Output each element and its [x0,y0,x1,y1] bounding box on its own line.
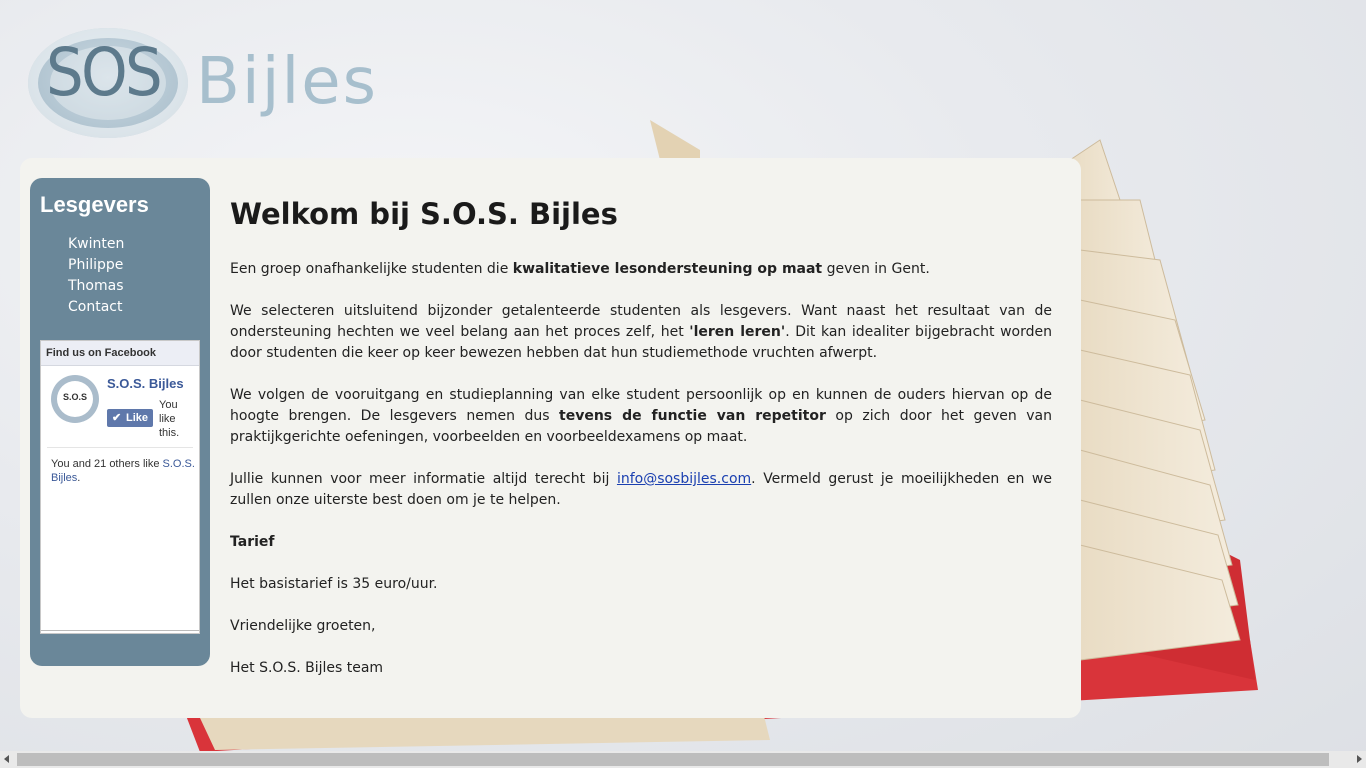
main-panel: Lesgevers Kwinten Philippe Thomas Contac… [20,158,1081,718]
checkmark-icon: ✔ [112,412,122,424]
horizontal-scrollbar[interactable] [0,751,1366,768]
sidebar-nav: Kwinten Philippe Thomas Contact [68,236,124,320]
signature: Het S.O.S. Bijles team [230,660,384,676]
main-content: Welkom bij S.O.S. Bijles Een groep onafh… [230,194,1052,700]
tarief-heading: Tarief [230,532,1052,553]
facebook-you-like: You like this. [159,399,180,439]
nav-item-kwinten[interactable]: Kwinten [68,236,124,257]
p3-bold: tevens de functie van repetitor [559,408,826,424]
p1-text-a: Een groep onafhankelijke studenten die [230,261,513,277]
p4-text-a: Jullie kunnen voor meer informatie altij… [230,471,617,487]
tarief-text: Het basistarief is 35 euro/uur. [230,576,438,592]
p1-bold: kwalitatieve lesondersteuning op maat [512,261,823,277]
nav-item-philippe[interactable]: Philippe [68,257,124,278]
followup-paragraph: We volgen de vooruitgang en studieplanni… [230,385,1052,448]
intro-paragraph: Een groep onafhankelijke studenten die k… [230,259,1052,280]
facebook-like-count: You and 21 others like S.O.S. Bijles. [51,457,196,485]
facebook-page-avatar[interactable]: S.O.S [51,375,99,423]
sidebar-title: Lesgevers [40,192,149,217]
like-button-label: Like [126,412,149,424]
scroll-left-icon[interactable] [4,755,9,763]
contact-paragraph: Jullie kunnen voor meer informatie altij… [230,469,1052,511]
facebook-like-box: Find us on Facebook S.O.S S.O.S. Bijles … [40,340,200,634]
facebook-count-prefix: You and 21 others like [51,458,163,470]
logo-bijles-text: Bijles [196,45,378,119]
scrollbar-thumb[interactable] [17,753,1329,766]
nav-item-contact[interactable]: Contact [68,299,124,320]
facebook-box-bottom-border [41,630,199,631]
greeting: Vriendelijke groeten, [230,618,376,634]
sidebar: Lesgevers Kwinten Philippe Thomas Contac… [30,178,210,666]
tarief-heading-text: Tarief [230,534,275,550]
scroll-right-icon[interactable] [1357,755,1362,763]
logo-sos-text: SOS [46,34,163,111]
site-logo[interactable]: SOS Bijles [28,28,388,140]
p1-text-c: geven in Gent. [822,261,930,277]
facebook-like-button[interactable]: ✔ Like [107,409,153,427]
facebook-divider [47,447,193,448]
facebook-count-suffix: . [77,472,81,484]
page-title: Welkom bij S.O.S. Bijles [230,197,618,231]
facebook-avatar-text: S.O.S [62,392,87,402]
p2-bold: 'leren leren' [689,324,786,340]
selection-paragraph: We selecteren uitsluitend bijzonder geta… [230,301,1052,364]
facebook-page-name[interactable]: S.O.S. Bijles [107,376,184,391]
email-link[interactable]: info@sosbijles.com [617,471,751,487]
facebook-box-header: Find us on Facebook [41,341,199,366]
nav-item-thomas[interactable]: Thomas [68,278,124,299]
